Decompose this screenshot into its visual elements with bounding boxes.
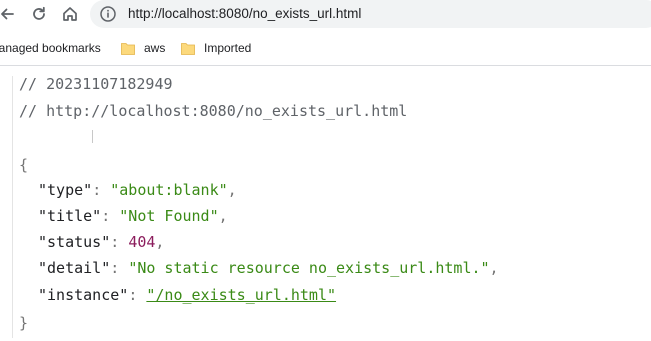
reload-button[interactable] [26,1,52,27]
json-key: "instance" [38,286,129,304]
json-field-detail: "detail": "No static resource no_exists_… [38,259,499,277]
close-brace: } [19,314,29,332]
json-key: "detail" [38,259,111,277]
json-key: "status" [38,233,111,251]
json-key: "title" [38,207,102,225]
url-text[interactable]: http://localhost:8080/no_exists_url.html [128,6,361,21]
json-viewer: // 20231107182949 // http://localhost:80… [0,66,651,341]
json-field-instance: "instance": "/no_exists_url.html" [38,286,337,304]
bookmark-folder-aws[interactable]: aws [121,39,165,57]
json-field-title: "title": "Not Found", [38,207,228,225]
info-icon[interactable] [99,5,117,23]
bookmarks-bar: lanaged bookmarks aws Imported [0,31,651,63]
json-value: "Not Found" [119,207,219,225]
reload-icon [33,6,45,20]
bookmark-label: lanaged bookmarks [0,41,101,55]
bookmark-managed[interactable]: lanaged bookmarks [0,39,101,57]
back-button[interactable] [0,1,20,27]
json-key: "type" [38,181,93,199]
comment-url: // http://localhost:8080/no_exists_url.h… [19,102,408,120]
address-bar[interactable]: http://localhost:8080/no_exists_url.html [90,0,651,28]
folder-icon [121,42,135,55]
json-value: "No static resource no_exists_url.html." [128,259,490,277]
open-brace: { [19,156,29,174]
comment-timestamp: // 20231107182949 [19,75,173,93]
browser-toolbar: http://localhost:8080/no_exists_url.html [0,0,651,30]
json-field-status: "status": 404, [38,233,165,251]
home-icon [63,7,77,21]
bookmark-label: aws [144,41,166,55]
folder-icon [181,42,195,55]
json-value: "about:blank" [110,181,228,199]
arrow-left-icon [1,8,14,20]
home-button[interactable] [57,1,83,27]
instance-link[interactable]: "/no_exists_url.html" [146,286,336,304]
bookmark-folder-imported[interactable]: Imported [181,39,251,57]
json-value: 404 [128,233,156,251]
text-cursor [92,130,93,143]
indent-guide [12,76,13,338]
bookmark-label: Imported [204,41,252,55]
json-field-type: "type": "about:blank", [38,181,237,199]
